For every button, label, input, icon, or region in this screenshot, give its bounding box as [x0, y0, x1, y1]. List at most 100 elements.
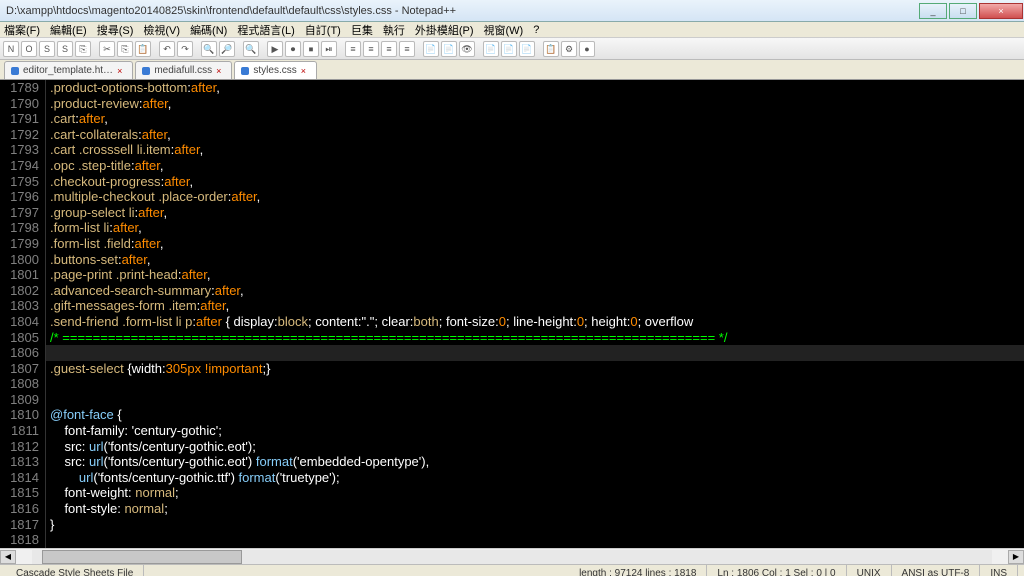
code-line[interactable]: .cart .crosssell li.item:after,	[46, 142, 1024, 158]
toolbar-button[interactable]: ⎘	[117, 41, 133, 57]
tab-close-icon[interactable]: ×	[216, 66, 221, 76]
toolbar: NOSS⎘✂⎘📋↶↷🔍🔎🔍▶⏺⏹⏯≡≡≡≡📄📄👁📄📄📄📋⚙●	[0, 38, 1024, 60]
menu-item[interactable]: 視窗(W)	[484, 22, 524, 38]
toolbar-button[interactable]: 📄	[519, 41, 535, 57]
toolbar-button[interactable]: ✂	[99, 41, 115, 57]
status-position: Ln : 1806 Col : 1 Sel : 0 | 0	[707, 565, 846, 576]
code-editor[interactable]: 1789179017911792179317941795179617971798…	[0, 80, 1024, 548]
toolbar-button[interactable]: ⎘	[75, 41, 91, 57]
code-line[interactable]: font-style: normal;	[46, 501, 1024, 517]
code-line[interactable]: .product-options-bottom:after,	[46, 80, 1024, 96]
toolbar-button[interactable]: 📄	[501, 41, 517, 57]
code-line[interactable]: /* =====================================…	[46, 330, 1024, 346]
toolbar-button[interactable]: 🔍	[201, 41, 217, 57]
code-line[interactable]: src: url('fonts/century-gothic.eot') for…	[46, 454, 1024, 470]
code-line[interactable]	[46, 392, 1024, 408]
toolbar-button[interactable]: ⏯	[321, 41, 337, 57]
code-line[interactable]: @font-face {	[46, 407, 1024, 423]
code-line[interactable]: .guest-select {width:305px !important;}	[46, 361, 1024, 377]
code-line[interactable]: .page-print .print-head:after,	[46, 267, 1024, 283]
menu-item[interactable]: 編輯(E)	[50, 22, 87, 38]
code-line[interactable]: .cart:after,	[46, 111, 1024, 127]
tab-label: mediafull.css	[154, 65, 212, 76]
toolbar-button[interactable]: 📄	[423, 41, 439, 57]
toolbar-button[interactable]: ↷	[177, 41, 193, 57]
status-insert-mode: INS	[980, 565, 1018, 576]
code-line[interactable]: .buttons-set:after,	[46, 252, 1024, 268]
menu-item[interactable]: 執行	[383, 22, 405, 38]
document-tab[interactable]: styles.css ×	[234, 61, 317, 79]
code-line[interactable]: .gift-messages-form .item:after,	[46, 298, 1024, 314]
code-line[interactable]: .group-select li:after,	[46, 205, 1024, 221]
toolbar-button[interactable]: ≡	[381, 41, 397, 57]
code-line[interactable]: .send-friend .form-list li p:after { dis…	[46, 314, 1024, 330]
minimize-button[interactable]: _	[919, 3, 947, 19]
status-eol: UNIX	[847, 565, 892, 576]
code-line[interactable]	[46, 345, 1024, 361]
close-button[interactable]: ×	[979, 3, 1023, 19]
toolbar-button[interactable]: 📋	[543, 41, 559, 57]
menu-item[interactable]: 自訂(T)	[305, 22, 341, 38]
toolbar-button[interactable]: ↶	[159, 41, 175, 57]
toolbar-button[interactable]: ≡	[345, 41, 361, 57]
code-line[interactable]: .checkout-progress:after,	[46, 174, 1024, 190]
menu-item[interactable]: 編碼(N)	[190, 22, 227, 38]
code-line[interactable]: .opc .step-title:after,	[46, 158, 1024, 174]
document-tab[interactable]: mediafull.css ×	[135, 61, 232, 79]
toolbar-button[interactable]: ●	[579, 41, 595, 57]
code-line[interactable]: .form-list li:after,	[46, 220, 1024, 236]
menu-item[interactable]: 檔案(F)	[4, 22, 40, 38]
tab-label: editor_template.ht…	[23, 65, 113, 76]
toolbar-button[interactable]: 🔎	[219, 41, 235, 57]
line-number: 1791	[0, 111, 39, 127]
scroll-right-arrow[interactable]: ▶	[1008, 550, 1024, 564]
tab-close-icon[interactable]: ×	[301, 66, 306, 76]
scroll-thumb[interactable]	[42, 550, 242, 564]
code-line[interactable]: src: url('fonts/century-gothic.eot');	[46, 439, 1024, 455]
code-line[interactable]: .advanced-search-summary:after,	[46, 283, 1024, 299]
toolbar-button[interactable]: ⏹	[303, 41, 319, 57]
line-number: 1814	[0, 470, 39, 486]
toolbar-button[interactable]: S	[57, 41, 73, 57]
document-tab[interactable]: editor_template.ht… ×	[4, 61, 133, 79]
horizontal-scrollbar[interactable]: ◀ ▶	[0, 548, 1024, 564]
toolbar-button[interactable]: 📄	[483, 41, 499, 57]
scroll-left-arrow[interactable]: ◀	[0, 550, 16, 564]
toolbar-button[interactable]: 👁	[459, 41, 475, 57]
toolbar-button[interactable]: S	[39, 41, 55, 57]
menu-item[interactable]: 巨集	[351, 22, 373, 38]
code-line[interactable]	[46, 532, 1024, 548]
code-line[interactable]: }	[46, 517, 1024, 533]
menu-item[interactable]: 外掛模組(P)	[415, 22, 474, 38]
code-line[interactable]: .form-list .field:after,	[46, 236, 1024, 252]
toolbar-button[interactable]: N	[3, 41, 19, 57]
code-line[interactable]: font-family: 'century-gothic';	[46, 423, 1024, 439]
toolbar-button[interactable]: 🔍	[243, 41, 259, 57]
scroll-track[interactable]	[32, 550, 992, 564]
toolbar-button[interactable]: ≡	[363, 41, 379, 57]
toolbar-button[interactable]: ▶	[267, 41, 283, 57]
maximize-button[interactable]: □	[949, 3, 977, 19]
code-line[interactable]: url('fonts/century-gothic.ttf') format('…	[46, 470, 1024, 486]
toolbar-button[interactable]: ≡	[399, 41, 415, 57]
code-line[interactable]: .multiple-checkout .place-order:after,	[46, 189, 1024, 205]
toolbar-button[interactable]: ⚙	[561, 41, 577, 57]
line-number: 1807	[0, 361, 39, 377]
code-line[interactable]: font-weight: normal;	[46, 485, 1024, 501]
toolbar-button[interactable]: 📋	[135, 41, 151, 57]
menu-item[interactable]: 搜尋(S)	[97, 22, 134, 38]
line-number: 1798	[0, 220, 39, 236]
toolbar-button[interactable]: ⏺	[285, 41, 301, 57]
menu-item[interactable]: ?	[533, 24, 539, 36]
tab-label: styles.css	[253, 65, 296, 76]
toolbar-button[interactable]: 📄	[441, 41, 457, 57]
code-line[interactable]	[46, 376, 1024, 392]
toolbar-button[interactable]: O	[21, 41, 37, 57]
code-line[interactable]: .cart-collaterals:after,	[46, 127, 1024, 143]
code-area[interactable]: .product-options-bottom:after,.product-r…	[46, 80, 1024, 548]
tab-close-icon[interactable]: ×	[117, 66, 122, 76]
menu-item[interactable]: 檢視(V)	[143, 22, 180, 38]
code-line[interactable]: .product-review:after,	[46, 96, 1024, 112]
line-number: 1803	[0, 298, 39, 314]
menu-item[interactable]: 程式語言(L)	[237, 22, 294, 38]
